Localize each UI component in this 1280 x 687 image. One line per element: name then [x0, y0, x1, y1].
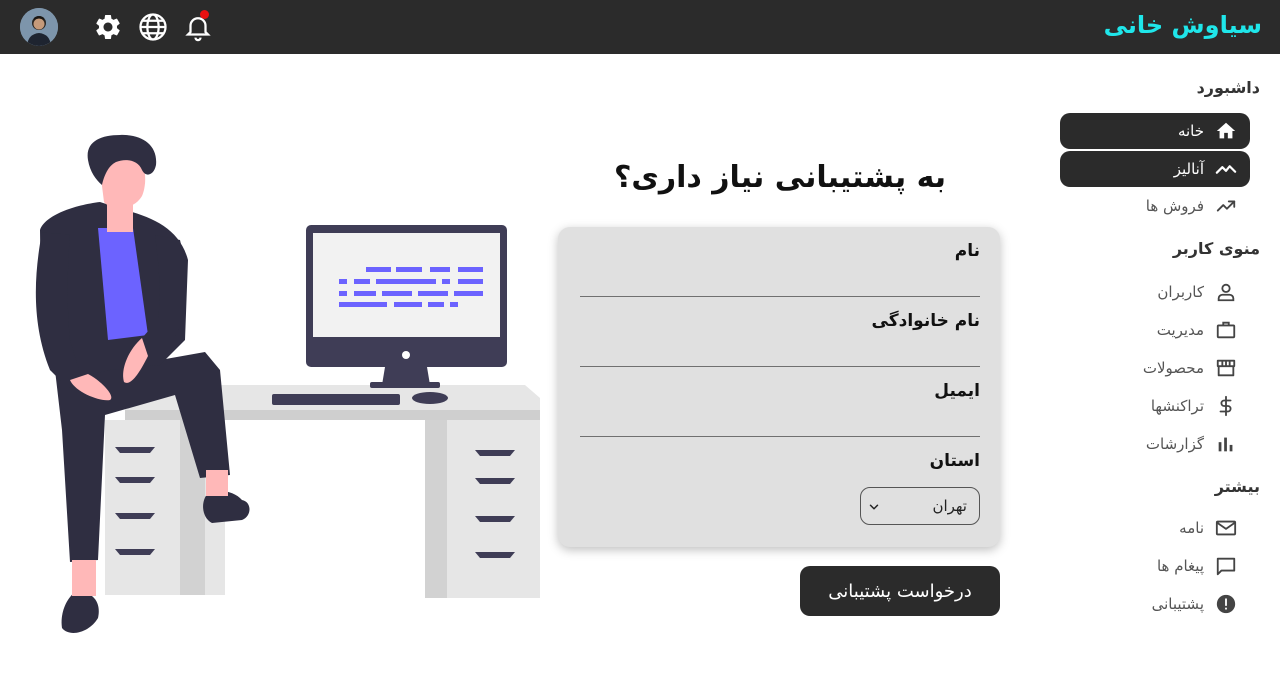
trending-up-icon [1214, 194, 1238, 218]
first-name-label: نام [954, 241, 980, 261]
sidebar-section-title: منوی کاربر [1172, 239, 1260, 258]
sidebar-item-label: نامه [1179, 519, 1204, 537]
alert-icon [1214, 592, 1238, 616]
brand-logo[interactable]: سیاوش خانی [1104, 11, 1262, 39]
support-illustration [35, 134, 540, 633]
first-name-field[interactable] [580, 267, 980, 297]
sidebar-item-products[interactable]: محصولات [1060, 350, 1250, 386]
trend-icon [1214, 157, 1238, 181]
sidebar-section-title: داشبورد [1196, 78, 1260, 97]
message-icon [1214, 554, 1238, 578]
settings-icon[interactable] [93, 12, 123, 42]
sidebar-item-reports[interactable]: گزارشات [1060, 426, 1250, 462]
dollar-icon [1214, 394, 1238, 418]
sidebar-item-support[interactable]: پشتیبانی [1060, 586, 1250, 622]
province-label: استان [929, 451, 980, 471]
sidebar-item-label: گزارشات [1145, 435, 1204, 453]
email-field[interactable] [580, 407, 980, 437]
sidebar-item-label: محصولات [1142, 359, 1204, 377]
sidebar-item-label: فروش ها [1145, 197, 1204, 215]
sidebar-section-title: بیشتر [1214, 477, 1260, 496]
chevron-down-icon [869, 504, 879, 510]
province-selected-value: تهران [932, 497, 967, 515]
globe-icon[interactable] [138, 12, 168, 42]
sidebar: داشبورد خانه آنالیز فروش ها منوی کاربر ک [1040, 54, 1280, 687]
sidebar-item-label: خانه [1177, 122, 1204, 140]
sidebar-item-label: مدیریت [1156, 321, 1204, 339]
sidebar-item-analytics[interactable]: آنالیز [1060, 151, 1250, 187]
avatar-image [20, 8, 58, 46]
user-icon [1214, 280, 1238, 304]
last-name-label: نام خانوادگی [871, 311, 980, 331]
notification-dot [200, 10, 209, 19]
avatar[interactable] [20, 8, 58, 46]
home-icon [1214, 119, 1238, 143]
sidebar-item-home[interactable]: خانه [1060, 113, 1250, 149]
sidebar-item-label: کاربران [1157, 283, 1204, 301]
sidebar-item-mail[interactable]: نامه [1060, 510, 1250, 546]
store-icon [1214, 356, 1238, 380]
sidebar-item-label: آنالیز [1173, 160, 1204, 178]
sidebar-item-transactions[interactable]: تراکنشها [1060, 388, 1250, 424]
sidebar-item-label: پشتیبانی [1151, 595, 1204, 613]
bar-chart-icon [1214, 432, 1238, 456]
sidebar-item-messages[interactable]: پیغام ها [1060, 548, 1250, 584]
sidebar-item-users[interactable]: کاربران [1060, 274, 1250, 310]
sidebar-item-label: پیغام ها [1156, 557, 1204, 575]
request-support-button[interactable]: درخواست پشتیبانی [800, 566, 1000, 616]
email-label: ایمیل [934, 381, 980, 401]
sidebar-item-management[interactable]: مدیریت [1060, 312, 1250, 348]
page-title: به پشتیبانی نیاز داری؟ [613, 160, 947, 195]
top-bar: سیاوش خانی [0, 0, 1280, 54]
province-select[interactable]: تهران [860, 487, 980, 525]
briefcase-icon [1214, 318, 1238, 342]
last-name-field[interactable] [580, 337, 980, 367]
sidebar-item-sales[interactable]: فروش ها [1060, 188, 1250, 224]
sidebar-item-label: تراکنشها [1150, 397, 1204, 415]
support-form: نام نام خانوادگی ایمیل استان تهران [558, 227, 1000, 547]
mail-icon [1214, 516, 1238, 540]
